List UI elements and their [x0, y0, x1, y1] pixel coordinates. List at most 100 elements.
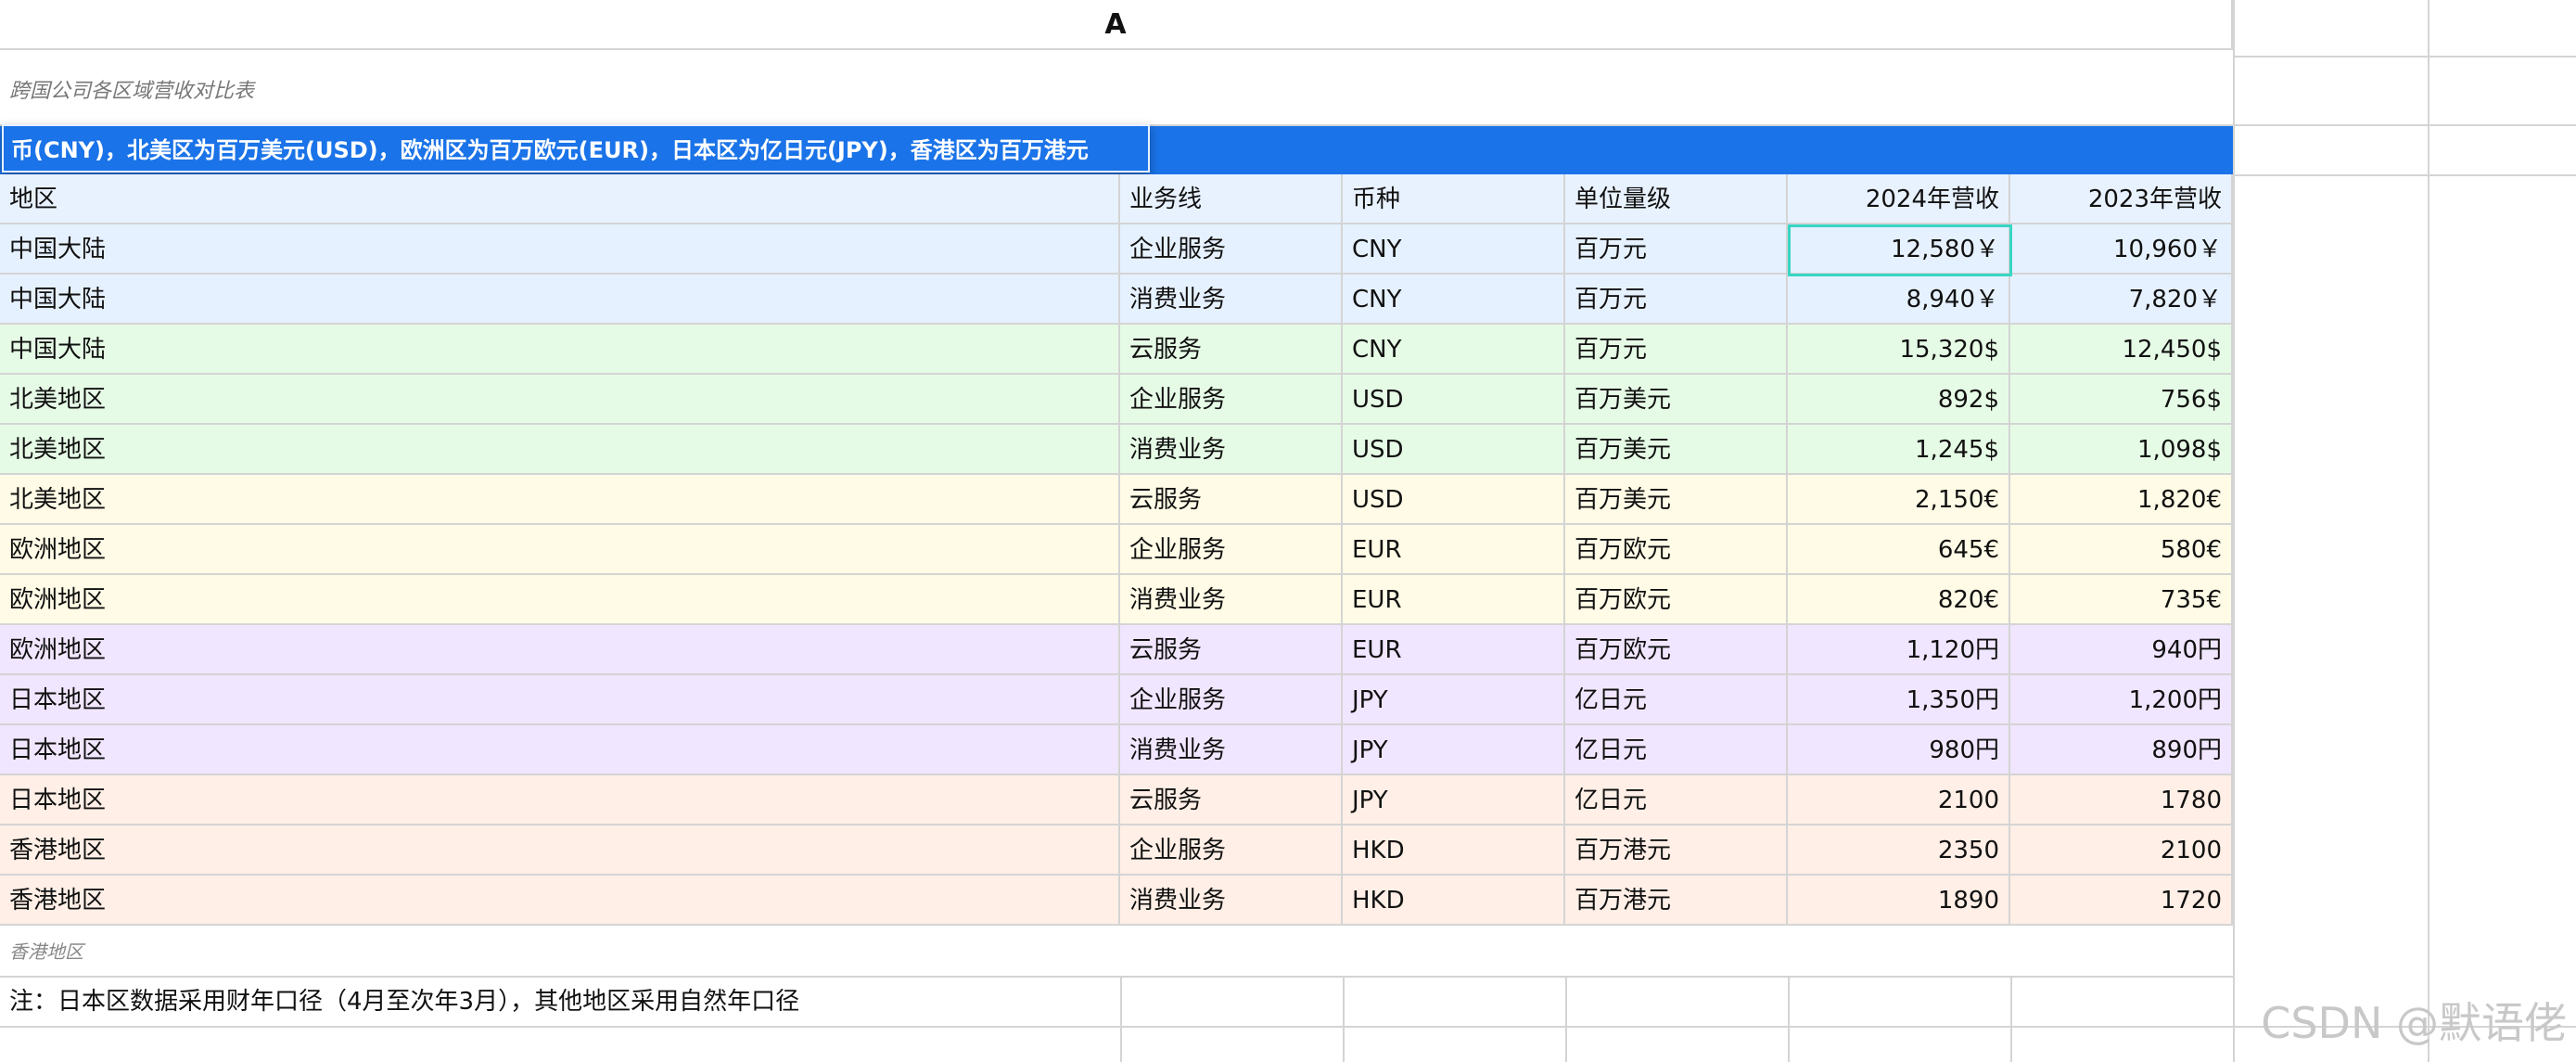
cell-business-line[interactable]: 云服务 [1120, 475, 1343, 525]
cell-currency[interactable]: HKD [1343, 825, 1565, 876]
header-revenue-2024[interactable]: 2024年营收 [1788, 174, 2010, 224]
cell-unit[interactable]: 百万美元 [1565, 475, 1788, 525]
cell-unit[interactable]: 百万欧元 [1565, 575, 1788, 625]
cell-currency[interactable]: EUR [1343, 525, 1565, 575]
cell-currency[interactable]: JPY [1343, 725, 1565, 775]
cell-region[interactable]: 中国大陆 [0, 275, 1120, 325]
cell-business-line[interactable]: 企业服务 [1120, 825, 1343, 876]
cell-revenue-2024[interactable]: 1,120円 [1788, 625, 2010, 675]
header-business-line[interactable]: 业务线 [1120, 174, 1343, 224]
cell-unit[interactable]: 百万欧元 [1565, 625, 1788, 675]
cell-revenue-2023[interactable]: 1,098$ [2010, 425, 2233, 475]
cell-revenue-2024[interactable]: 2350 [1788, 825, 2010, 876]
unit-note-tooltip: 币(CNY)，北美区为百万美元(USD)，欧洲区为百万欧元(EUR)，日本区为亿… [2, 124, 1150, 211]
cell-unit[interactable]: 百万欧元 [1565, 525, 1788, 575]
cell-region[interactable]: 中国大陆 [0, 325, 1120, 375]
grid-line [2010, 976, 2012, 1062]
cell-revenue-2024[interactable]: 980円 [1788, 725, 2010, 775]
cell-region[interactable]: 北美地区 [0, 475, 1120, 525]
cell-unit[interactable]: 百万美元 [1565, 425, 1788, 475]
cell-currency[interactable]: CNY [1343, 275, 1565, 325]
cell-business-line[interactable]: 云服务 [1120, 775, 1343, 825]
cell-unit[interactable]: 百万元 [1565, 275, 1788, 325]
cell-region[interactable]: 香港地区 [0, 825, 1120, 876]
cell-business-line[interactable]: 企业服务 [1120, 375, 1343, 425]
cell-region[interactable]: 欧洲地区 [0, 625, 1120, 675]
cell-revenue-2023[interactable]: 735€ [2010, 575, 2233, 625]
grid-line [2233, 56, 2576, 58]
cell-currency[interactable]: CNY [1343, 224, 1565, 275]
cell-currency[interactable]: HKD [1343, 876, 1565, 926]
cell-business-line[interactable]: 消费业务 [1120, 275, 1343, 325]
cell-revenue-2024[interactable]: 2100 [1788, 775, 2010, 825]
cell-unit[interactable]: 百万港元 [1565, 825, 1788, 876]
cell-currency[interactable]: JPY [1343, 775, 1565, 825]
cell-revenue-2024[interactable]: 1,245$ [1788, 425, 2010, 475]
cell-currency[interactable]: EUR [1343, 625, 1565, 675]
cell-business-line[interactable]: 消费业务 [1120, 575, 1343, 625]
cell-currency[interactable]: EUR [1343, 575, 1565, 625]
cell-business-line[interactable]: 消费业务 [1120, 725, 1343, 775]
cell-revenue-2024[interactable]: 15,320$ [1788, 325, 2010, 375]
cell-region[interactable]: 日本地区 [0, 725, 1120, 775]
cell-unit[interactable]: 百万元 [1565, 325, 1788, 375]
cell-revenue-2023[interactable]: 1,820€ [2010, 475, 2233, 525]
cell-currency[interactable]: USD [1343, 375, 1565, 425]
table-row: 中国大陆 云服务 CNY 百万元 15,320$ 12,450$ [0, 325, 2233, 375]
cell-region[interactable]: 北美地区 [0, 425, 1120, 475]
cell-region[interactable]: 欧洲地区 [0, 575, 1120, 625]
cell-revenue-2024[interactable]: 892$ [1788, 375, 2010, 425]
cell-currency[interactable]: CNY [1343, 325, 1565, 375]
cell-currency[interactable]: USD [1343, 475, 1565, 525]
cell-business-line[interactable]: 企业服务 [1120, 675, 1343, 725]
cell-unit[interactable]: 百万元 [1565, 224, 1788, 275]
cell-revenue-2023[interactable]: 7,820￥ [2010, 275, 2233, 325]
cell-region[interactable]: 北美地区 [0, 375, 1120, 425]
cell-business-line[interactable]: 消费业务 [1120, 876, 1343, 926]
header-region[interactable]: 地区 [0, 174, 1120, 224]
header-currency[interactable]: 币种 [1343, 174, 1565, 224]
cell-unit[interactable]: 亿日元 [1565, 775, 1788, 825]
cell-revenue-2023[interactable]: 10,960￥ [2010, 224, 2233, 275]
cell-business-line[interactable]: 企业服务 [1120, 224, 1343, 275]
cell-revenue-2023[interactable]: 890円 [2010, 725, 2233, 775]
cell-revenue-2023[interactable]: 1780 [2010, 775, 2233, 825]
footer-region-label[interactable]: 香港地区 [9, 928, 83, 976]
cell-revenue-2023[interactable]: 12,450$ [2010, 325, 2233, 375]
column-header-a[interactable]: A [0, 0, 2233, 50]
cell-revenue-2024[interactable]: 1890 [1788, 876, 2010, 926]
cell-revenue-2024[interactable]: 8,940￥ [1788, 275, 2010, 325]
cell-currency[interactable]: USD [1343, 425, 1565, 475]
cell-revenue-2023[interactable]: 756$ [2010, 375, 2233, 425]
cell-revenue-2023[interactable]: 1720 [2010, 876, 2233, 926]
header-unit[interactable]: 单位量级 [1565, 174, 1788, 224]
cell-region[interactable]: 中国大陆 [0, 224, 1120, 275]
cell-revenue-2024[interactable]: 645€ [1788, 525, 2010, 575]
cell-region[interactable]: 日本地区 [0, 675, 1120, 725]
header-revenue-2023[interactable]: 2023年营收 [2010, 174, 2233, 224]
cell-region[interactable]: 欧洲地区 [0, 525, 1120, 575]
footnote[interactable]: 注：日本区数据采用财年口径（4月至次年3月），其他地区采用自然年口径 [9, 978, 799, 1026]
cell-region[interactable]: 日本地区 [0, 775, 1120, 825]
spreadsheet: A 跨国公司各区域营收对比表 币(CNY)，北美区为百万美元(USD)，欧洲区为… [0, 0, 2576, 1062]
cell-revenue-2024[interactable]: 2,150€ [1788, 475, 2010, 525]
cell-currency[interactable]: JPY [1343, 675, 1565, 725]
cell-revenue-2023[interactable]: 1,200円 [2010, 675, 2233, 725]
cell-unit[interactable]: 百万港元 [1565, 876, 1788, 926]
table-subtitle[interactable]: 跨国公司各区域营收对比表 [9, 58, 254, 126]
cell-revenue-2023[interactable]: 2100 [2010, 825, 2233, 876]
cell-business-line[interactable]: 消费业务 [1120, 425, 1343, 475]
cell-unit[interactable]: 亿日元 [1565, 675, 1788, 725]
cell-revenue-2023[interactable]: 580€ [2010, 525, 2233, 575]
selected-cell[interactable] [1788, 224, 2012, 276]
cell-unit[interactable]: 百万美元 [1565, 375, 1788, 425]
cell-revenue-2024[interactable]: 820€ [1788, 575, 2010, 625]
cell-business-line[interactable]: 云服务 [1120, 325, 1343, 375]
cell-revenue-2024[interactable]: 1,350円 [1788, 675, 2010, 725]
cell-unit[interactable]: 亿日元 [1565, 725, 1788, 775]
cell-region[interactable]: 香港地区 [0, 876, 1120, 926]
cell-revenue-2023[interactable]: 940円 [2010, 625, 2233, 675]
cell-business-line[interactable]: 企业服务 [1120, 525, 1343, 575]
grid-line [1120, 976, 1122, 1062]
cell-business-line[interactable]: 云服务 [1120, 625, 1343, 675]
